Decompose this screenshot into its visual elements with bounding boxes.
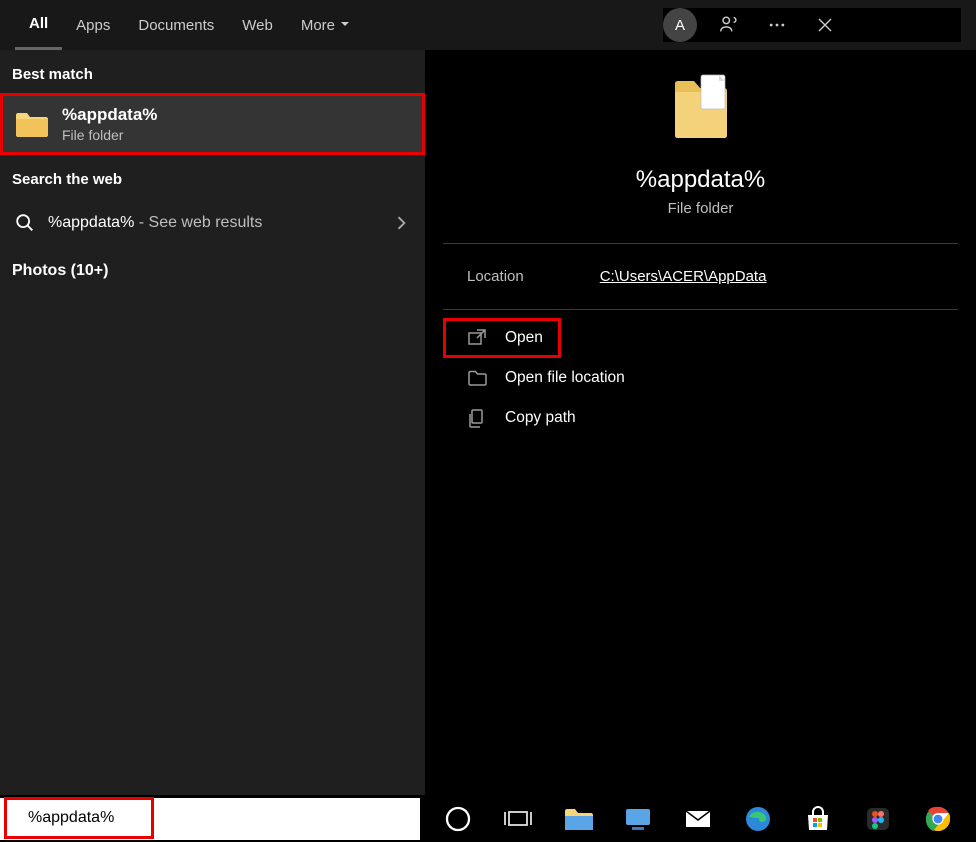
- best-match-label: Best match: [0, 50, 425, 93]
- user-avatar[interactable]: A: [663, 8, 697, 42]
- location-label: Location: [467, 268, 524, 285]
- store-icon[interactable]: [802, 803, 834, 835]
- preview-subtitle: File folder: [443, 200, 958, 217]
- search-web-label: Search the web: [0, 155, 425, 198]
- search-icon: [14, 212, 36, 234]
- copy-icon: [467, 408, 487, 428]
- close-button[interactable]: [809, 9, 841, 41]
- action-open[interactable]: Open: [443, 318, 561, 358]
- folder-icon: [14, 109, 50, 139]
- best-match-result[interactable]: %appdata% File folder: [0, 93, 425, 155]
- photos-result[interactable]: Photos (10+): [0, 248, 425, 294]
- file-explorer-icon[interactable]: [562, 803, 594, 835]
- web-query: %appdata%: [48, 214, 134, 231]
- action-open-file-location[interactable]: Open file location: [443, 358, 958, 398]
- figma-icon[interactable]: [862, 803, 894, 835]
- tab-more[interactable]: More: [287, 0, 365, 50]
- results-panel: Best match %appdata% File folder Search …: [0, 50, 425, 795]
- search-input[interactable]: [28, 809, 235, 827]
- action-open-label: Open: [505, 329, 543, 347]
- app-icon-1[interactable]: [622, 803, 654, 835]
- tab-documents[interactable]: Documents: [124, 0, 228, 50]
- preview-title: %appdata%: [443, 166, 958, 194]
- location-path[interactable]: C:\Users\ACER\AppData: [600, 268, 767, 285]
- tab-all[interactable]: All: [15, 0, 62, 50]
- chevron-right-icon: [391, 213, 411, 233]
- tab-apps[interactable]: Apps: [62, 0, 124, 50]
- chrome-icon[interactable]: [922, 803, 954, 835]
- taskbar: [0, 795, 976, 842]
- chevron-down-icon: [339, 17, 351, 34]
- web-hint: - See web results: [134, 214, 262, 231]
- search-input-wrap[interactable]: [4, 797, 154, 839]
- folder-outline-icon: [467, 368, 487, 388]
- action-copy-path-label: Copy path: [505, 409, 576, 427]
- preview-big-icon: [443, 70, 958, 146]
- mail-icon[interactable]: [682, 803, 714, 835]
- tab-bar: All Apps Documents Web More A: [0, 0, 976, 50]
- action-copy-path[interactable]: Copy path: [443, 398, 958, 438]
- open-icon: [467, 328, 487, 348]
- preview-panel: %appdata% File folder Location C:\Users\…: [425, 50, 976, 795]
- tab-web[interactable]: Web: [228, 0, 287, 50]
- result-subtitle: File folder: [62, 127, 157, 143]
- task-view-icon[interactable]: [502, 803, 534, 835]
- web-result[interactable]: %appdata% - See web results: [0, 198, 425, 248]
- edge-icon[interactable]: [742, 803, 774, 835]
- cortana-icon[interactable]: [442, 803, 474, 835]
- more-options-icon[interactable]: [761, 9, 793, 41]
- action-open-file-location-label: Open file location: [505, 369, 625, 387]
- result-title: %appdata%: [62, 105, 157, 125]
- feedback-icon[interactable]: [713, 9, 745, 41]
